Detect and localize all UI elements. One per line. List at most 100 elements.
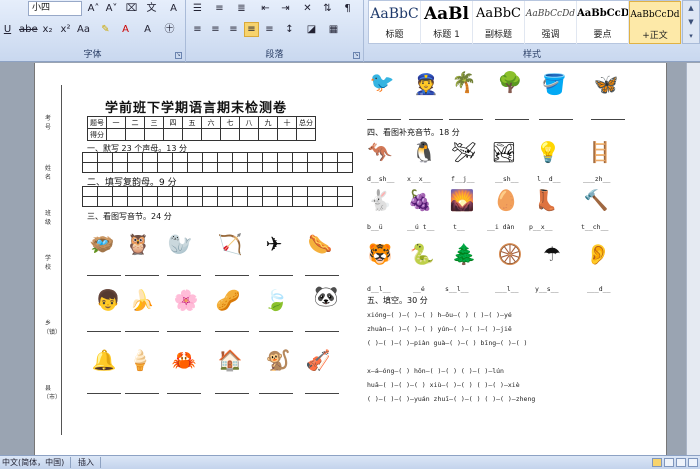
answer-line[interactable] [215, 275, 249, 276]
grid-cell[interactable] [292, 196, 308, 207]
grid-cell[interactable] [232, 162, 248, 173]
style-subtitle[interactable]: AaBbC 副标题 [473, 1, 525, 44]
answer-line[interactable] [125, 331, 159, 332]
language-status[interactable]: 中文(简体，中国) [2, 456, 64, 469]
answer-line[interactable] [449, 119, 483, 120]
font-dialog-launcher-icon[interactable]: ↘ [175, 52, 182, 59]
grid-cell[interactable] [202, 162, 218, 173]
style-strong[interactable]: AaBbCcD 要点 [577, 1, 629, 44]
answer-line[interactable] [305, 275, 339, 276]
answer-line[interactable] [259, 393, 293, 394]
grid-cell[interactable] [262, 162, 278, 173]
grid-cell[interactable] [187, 196, 203, 207]
char-shading-icon[interactable]: A [140, 22, 155, 37]
answer-line[interactable] [539, 119, 573, 120]
chinese-layout-icon[interactable]: ✕ [300, 1, 315, 16]
grid-cell[interactable] [307, 196, 323, 207]
print-layout-view-icon[interactable] [652, 458, 662, 467]
answer-line[interactable] [305, 331, 339, 332]
answer-line[interactable] [167, 331, 201, 332]
vertical-scrollbar[interactable] [686, 63, 700, 455]
align-center-icon[interactable]: ≡ [208, 22, 223, 37]
style-normal[interactable]: AaBbCcDd +正文 [629, 1, 681, 44]
grid-cell[interactable] [142, 196, 158, 207]
char-border-icon[interactable]: A [166, 1, 181, 16]
justify-icon[interactable]: ≡ [244, 22, 259, 37]
grid-cell[interactable] [172, 162, 188, 173]
grid-cell[interactable] [322, 162, 338, 173]
grid-cell[interactable] [337, 162, 353, 173]
score-cell[interactable] [239, 128, 259, 141]
score-cell[interactable] [182, 128, 202, 141]
answer-line[interactable] [167, 275, 201, 276]
change-case-icon[interactable]: Aa [76, 22, 91, 37]
grid-cell[interactable] [217, 162, 233, 173]
answer-line[interactable] [87, 275, 121, 276]
paragraph-dialog-launcher-icon[interactable]: ↘ [353, 52, 360, 59]
grid-cell[interactable] [277, 162, 293, 173]
style-heading-1[interactable]: AaBl 标题 1 [421, 1, 473, 44]
answer-line[interactable] [259, 331, 293, 332]
answer-line[interactable] [591, 119, 625, 120]
shrink-font-icon[interactable]: A˅ [104, 1, 119, 16]
answer-line[interactable] [409, 119, 443, 120]
score-cell[interactable] [125, 128, 145, 141]
grid-cell[interactable] [277, 196, 293, 207]
superscript-icon[interactable]: x² [58, 22, 73, 37]
multilevel-list-icon[interactable]: ≣ [234, 1, 249, 16]
decrease-indent-icon[interactable]: ⇤ [258, 1, 273, 16]
bullets-icon[interactable]: ☰ [190, 1, 205, 16]
writing-grid-1[interactable] [82, 152, 353, 173]
answer-line[interactable] [87, 393, 121, 394]
grid-cell[interactable] [82, 196, 98, 207]
score-cell[interactable] [106, 128, 126, 141]
borders-icon[interactable]: ▦ [326, 22, 341, 37]
score-cell[interactable] [277, 128, 297, 141]
clear-format-icon[interactable]: ⌧ [124, 1, 139, 16]
grid-cell[interactable] [232, 196, 248, 207]
grid-cell[interactable] [142, 162, 158, 173]
grow-font-icon[interactable]: A˄ [86, 1, 101, 16]
grid-cell[interactable] [307, 162, 323, 173]
align-right-icon[interactable]: ≡ [226, 22, 241, 37]
answer-line[interactable] [125, 275, 159, 276]
grid-cell[interactable] [127, 196, 143, 207]
enclose-char-icon[interactable]: ㊉ [162, 22, 177, 37]
score-cell[interactable] [296, 128, 316, 141]
insert-mode-status[interactable]: 插入 [78, 456, 94, 469]
answer-line[interactable] [367, 119, 401, 120]
score-cell[interactable] [201, 128, 221, 141]
writing-grid-2[interactable] [82, 186, 353, 207]
answer-line[interactable] [167, 393, 201, 394]
document-page[interactable]: 考号 姓名 班级 学校 乡（镇） 县（市） 学前班下学期语言期末检测卷 题号 一… [34, 63, 667, 455]
sort-icon[interactable]: ⇅ [320, 1, 335, 16]
score-cell[interactable] [220, 128, 240, 141]
full-screen-view-icon[interactable] [664, 458, 674, 467]
grid-cell[interactable] [217, 196, 233, 207]
underline-icon[interactable]: U [0, 22, 15, 37]
align-left-icon[interactable]: ≡ [190, 22, 205, 37]
increase-indent-icon[interactable]: ⇥ [278, 1, 293, 16]
answer-line[interactable] [259, 275, 293, 276]
grid-cell[interactable] [247, 162, 263, 173]
grid-cell[interactable] [202, 196, 218, 207]
grid-cell[interactable] [112, 162, 128, 173]
grid-cell[interactable] [322, 196, 338, 207]
answer-line[interactable] [125, 393, 159, 394]
answer-line[interactable] [495, 119, 529, 120]
grid-cell[interactable] [82, 162, 98, 173]
subscript-icon[interactable]: x₂ [40, 22, 55, 37]
answer-line[interactable] [305, 393, 339, 394]
grid-cell[interactable] [187, 162, 203, 173]
strikethrough-icon[interactable]: abe [18, 22, 39, 37]
outline-view-icon[interactable] [688, 458, 698, 467]
numbering-icon[interactable]: ≡ [212, 1, 227, 16]
font-color-icon[interactable]: A [118, 22, 133, 37]
grid-cell[interactable] [262, 196, 278, 207]
highlight-icon[interactable]: ✎ [98, 22, 113, 37]
answer-line[interactable] [215, 331, 249, 332]
score-cell[interactable] [144, 128, 164, 141]
line-spacing-icon[interactable]: ↕ [282, 22, 297, 37]
grid-cell[interactable] [127, 162, 143, 173]
grid-cell[interactable] [337, 196, 353, 207]
